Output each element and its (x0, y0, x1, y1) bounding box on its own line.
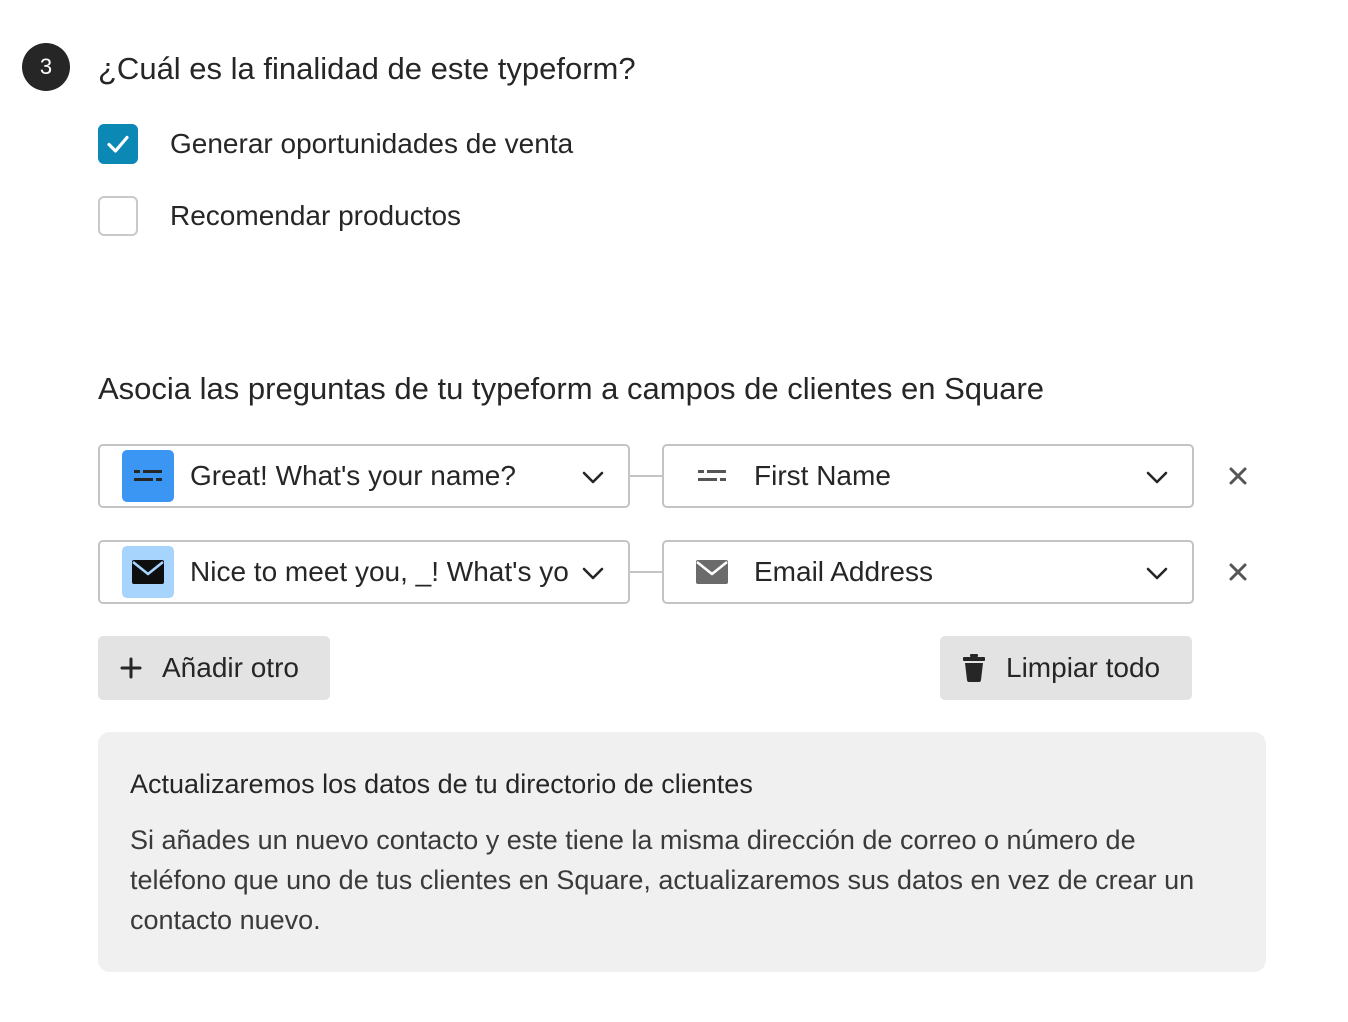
row-connector (630, 475, 662, 477)
step-number-badge: 3 (22, 43, 70, 91)
info-body: Si añades un nuevo contacto y este tiene… (130, 825, 1195, 935)
question-title: ¿Cuál es la finalidad de este typeform? (98, 51, 636, 86)
close-icon (1229, 467, 1247, 485)
question-select[interactable]: Great! What's your name? (98, 444, 630, 508)
customer-field-select[interactable]: First Name (662, 444, 1194, 508)
option-label: Generar oportunidades de venta (170, 128, 574, 159)
remove-row-button[interactable] (1222, 556, 1254, 588)
customer-field-select[interactable]: Email Address (662, 540, 1194, 604)
option-generate-leads[interactable]: Generar oportunidades de venta (98, 124, 573, 164)
option-label: Recomendar productos (170, 200, 462, 231)
option-recommend-products[interactable]: Recomendar productos (98, 196, 461, 236)
mapping-section-title: Asocia las preguntas de tu typeform a ca… (98, 371, 1045, 406)
trash-icon (962, 654, 986, 682)
question-select[interactable]: Nice to meet you, _! What's your email a… (98, 540, 630, 604)
plus-icon (120, 657, 142, 679)
clear-all-button[interactable]: Limpiar todo (940, 636, 1192, 700)
short-text-icon (686, 450, 738, 502)
question-select-value: Great! What's your name? (190, 460, 516, 491)
chevron-down-icon (1146, 567, 1168, 580)
add-another-label: Añadir otro (162, 652, 299, 683)
short-text-icon (122, 450, 174, 502)
customer-field-select-value: First Name (754, 460, 891, 491)
envelope-icon (122, 546, 174, 598)
info-notice: Actualizaremos los datos de tu directori… (98, 732, 1266, 972)
chevron-down-icon (1146, 471, 1168, 484)
close-icon (1229, 563, 1247, 581)
clear-all-label: Limpiar todo (1006, 652, 1161, 683)
checkbox-unchecked[interactable] (98, 196, 138, 236)
checkbox-checked[interactable] (98, 124, 138, 164)
envelope-icon (686, 546, 738, 598)
row-connector (630, 571, 662, 573)
chevron-down-icon (582, 567, 604, 580)
remove-row-button[interactable] (1222, 460, 1254, 492)
add-another-button[interactable]: Añadir otro (98, 636, 330, 700)
customer-field-select-value: Email Address (754, 556, 933, 587)
chevron-down-icon (582, 471, 604, 484)
question-select-value: Nice to meet you, _! What's your email a… (190, 556, 568, 587)
info-title: Actualizaremos los datos de tu directori… (130, 769, 753, 799)
checkmark-icon (107, 135, 129, 153)
step-number: 3 (39, 54, 53, 79)
